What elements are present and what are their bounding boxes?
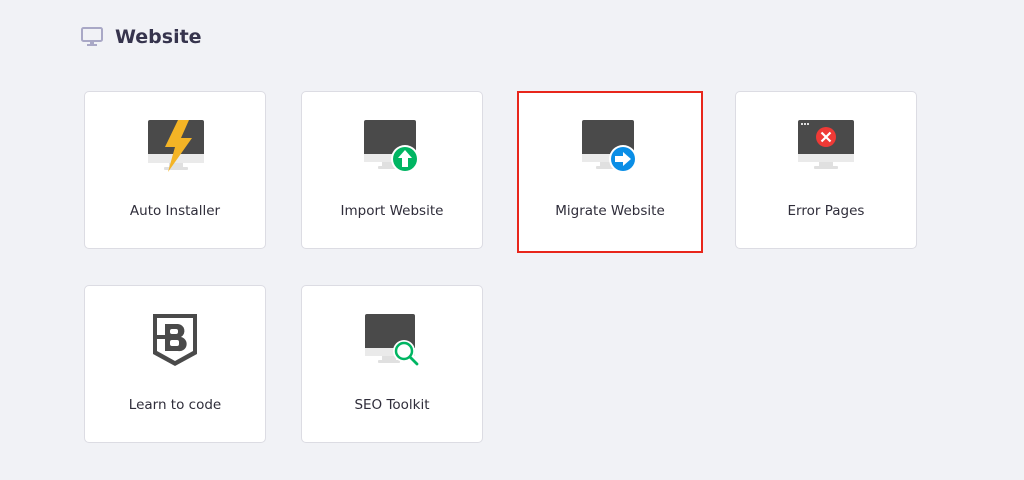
- card-migrate-website[interactable]: Migrate Website: [517, 91, 703, 253]
- card-learn-to-code[interactable]: Learn to code: [84, 285, 266, 443]
- search-monitor-icon: [365, 314, 419, 366]
- card-label: Auto Installer: [129, 203, 221, 219]
- card-label: Migrate Website: [555, 203, 665, 219]
- card-import-website[interactable]: Import Website: [301, 91, 483, 249]
- card-label: Learn to code: [128, 397, 222, 413]
- card-error-pages[interactable]: Error Pages: [735, 91, 917, 249]
- migrate-monitor-icon: [582, 120, 637, 173]
- section-title: Website: [115, 26, 202, 48]
- monitor-icon: [81, 27, 103, 46]
- lightning-monitor-icon: [148, 120, 204, 172]
- card-auto-installer[interactable]: Auto Installer: [84, 91, 266, 249]
- shield-b-icon: [153, 314, 197, 366]
- card-label: SEO Toolkit: [354, 397, 430, 413]
- upload-monitor-icon: [364, 120, 419, 173]
- card-label: Error Pages: [787, 203, 865, 219]
- error-monitor-icon: [798, 120, 854, 169]
- card-seo-toolkit[interactable]: SEO Toolkit: [301, 285, 483, 443]
- card-label: Import Website: [340, 203, 444, 219]
- section-header: Website: [81, 26, 202, 48]
